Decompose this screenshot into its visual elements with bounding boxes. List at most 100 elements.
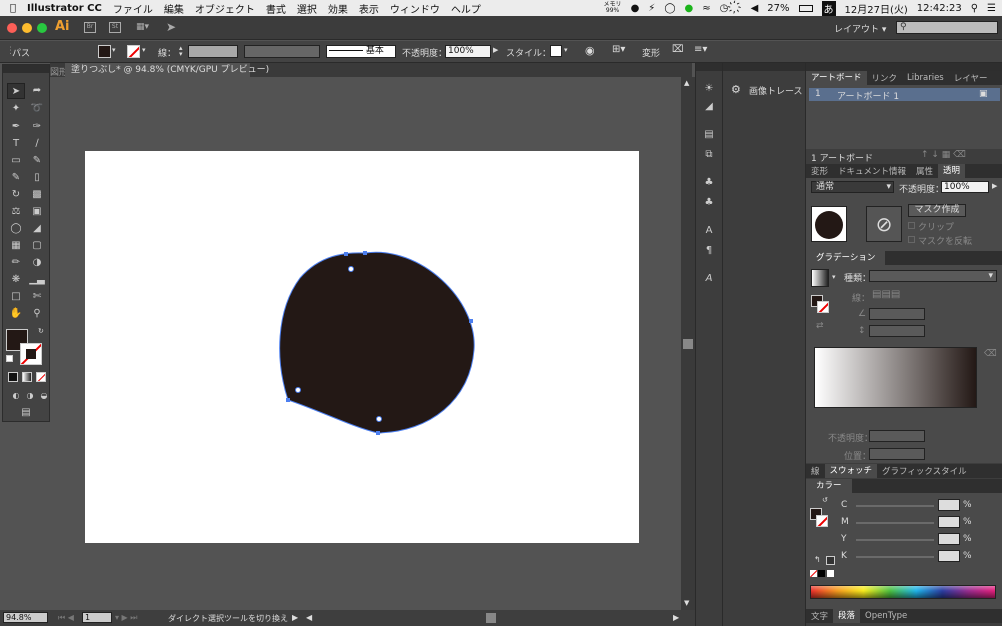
tab-gradient[interactable]: グラデーション <box>806 251 886 265</box>
artboard-number-input[interactable]: 1 <box>82 612 112 623</box>
tab-links[interactable]: リンク <box>867 72 903 84</box>
status-menu-icon[interactable]: ▶ <box>292 613 298 622</box>
gradient-panel-tabs: グラデーション <box>806 251 1002 265</box>
blend-mode-select[interactable]: 通常 ▾ <box>811 181 894 193</box>
tab-document-info[interactable]: ドキュメント情報 <box>833 165 911 177</box>
character-styles-icon[interactable]: A <box>700 223 718 239</box>
none-swatch[interactable] <box>810 570 817 577</box>
next-artboard-icon[interactable]: ▾ ▶ ⏭ <box>115 613 137 623</box>
channel-y-input[interactable] <box>938 533 960 545</box>
glyphs-icon[interactable]: A <box>700 271 718 287</box>
blend-mode-dropdown-icon: ▾ <box>886 182 891 192</box>
handle-point[interactable] <box>295 387 301 393</box>
handle-point[interactable] <box>348 266 354 272</box>
align-panel-icon[interactable]: ▤ <box>700 127 718 143</box>
transparency-panel-tabs: 変形 ドキュメント情報 属性 透明 <box>806 164 1002 178</box>
artboard-options-icon[interactable]: ▣ <box>979 89 988 99</box>
tab-paragraph[interactable]: 段落 <box>833 609 861 623</box>
gradient-slider-bar[interactable] <box>814 347 977 408</box>
anchor-point[interactable] <box>363 251 367 255</box>
web-safe-swatch[interactable] <box>826 556 835 565</box>
artboard-footer-icons[interactable]: ↑ ↓ ▦ ⌫ <box>921 150 966 160</box>
paragraph-styles-icon[interactable]: ¶ <box>700 243 718 259</box>
invert-mask-checkbox[interactable] <box>908 236 915 243</box>
channel-c-input[interactable] <box>938 499 960 511</box>
object-thumbnail[interactable] <box>811 206 847 242</box>
gradient-stroke-label: 線： <box>852 294 871 304</box>
dock2-header <box>723 63 806 71</box>
color-panel-tabs: カラー <box>806 479 1002 493</box>
symbols-icon[interactable]: ♣ <box>700 175 718 191</box>
pathfinder-icon[interactable]: ⧉ <box>700 147 718 163</box>
channel-k-input[interactable] <box>938 550 960 562</box>
channel-k-label: K <box>841 551 847 561</box>
artboard-row-name: アートボード 1 <box>837 92 900 102</box>
mask-none-icon[interactable]: ⊘ <box>866 206 902 242</box>
tab-swatches[interactable]: スウォッチ <box>824 464 878 478</box>
black-swatch[interactable] <box>818 570 825 577</box>
status-tool-hint[interactable]: ダイレクト選択ツールを切り換え <box>168 613 288 624</box>
gradient-panel-icon[interactable]: ◢ <box>700 99 718 115</box>
clip-label: クリップ <box>918 223 955 233</box>
image-trace-button[interactable]: 画像トレース <box>749 84 803 97</box>
scroll-down-icon[interactable]: ▼ <box>684 599 689 607</box>
color-swap-icon[interactable]: ↺ <box>822 496 828 504</box>
transparency-opacity-arrow[interactable]: ▶ <box>992 182 997 190</box>
tab-graphic-styles[interactable]: グラフィックスタイル <box>877 465 972 477</box>
vertical-scroll-thumb[interactable] <box>683 339 693 349</box>
scroll-right-icon[interactable]: ▶ <box>673 613 679 622</box>
gradient-preview-swatch[interactable] <box>811 269 829 287</box>
appearance-icon[interactable]: ♣ <box>700 195 718 211</box>
gradient-stroke-box[interactable] <box>817 301 829 313</box>
image-trace-icon[interactable]: ⚙ <box>731 83 741 96</box>
handle-point[interactable] <box>376 416 382 422</box>
gradient-title: グラデーション <box>816 253 876 263</box>
channel-m-input[interactable] <box>938 516 960 528</box>
artboard-row[interactable]: 1 アートボード 1 ▣ <box>809 88 1000 102</box>
gradient-angle-input[interactable] <box>869 308 925 320</box>
transparency-opacity-input[interactable]: 100% <box>941 181 989 193</box>
tab-libraries[interactable]: Libraries <box>902 73 949 83</box>
anchor-point[interactable] <box>469 319 473 323</box>
channel-m-slider[interactable] <box>856 522 934 524</box>
color-spectrum[interactable] <box>810 585 996 599</box>
anchor-point[interactable] <box>376 431 380 435</box>
gradient-preset-dropdown[interactable]: ▾ <box>832 273 836 281</box>
channel-y-slider[interactable] <box>856 539 934 541</box>
white-swatch[interactable] <box>827 570 834 577</box>
gradient-position-input[interactable] <box>869 448 925 460</box>
scroll-left-icon[interactable]: ◀ <box>306 613 312 622</box>
gradient-stroke-buttons[interactable]: ▤▤▤ <box>872 289 900 300</box>
first-artboard-icon[interactable]: ⏮ ◀ <box>58 613 74 623</box>
tab-artboards[interactable]: アートボード <box>806 71 867 85</box>
tab-character[interactable]: 文字 <box>806 610 833 622</box>
tab-attributes[interactable]: 属性 <box>911 165 938 177</box>
color-stroke-box[interactable] <box>816 515 828 527</box>
gradient-reverse-icon[interactable]: ⇄ <box>816 321 824 331</box>
anchor-point[interactable] <box>286 398 290 402</box>
vertical-scrollbar[interactable]: ▲ ▼ <box>681 77 695 610</box>
tab-transparency[interactable]: 透明 <box>938 164 966 178</box>
tab-color[interactable]: カラー <box>806 479 852 493</box>
delete-stop-icon[interactable]: ⌫ <box>984 349 997 359</box>
anchor-point[interactable] <box>344 252 348 256</box>
make-mask-button[interactable]: マスク作成 <box>908 204 966 217</box>
brightness-icon[interactable]: ☀ <box>700 81 718 97</box>
artboard-count: 1 アートボード <box>811 154 874 164</box>
gradient-type-select[interactable]: ▾ <box>869 270 997 282</box>
panels-header <box>806 63 1002 71</box>
zoom-level-input[interactable]: 94.8% <box>3 612 48 623</box>
out-of-gamut-icon[interactable]: ↰ <box>814 555 821 564</box>
horizontal-scroll-thumb[interactable] <box>486 613 496 623</box>
tab-transform[interactable]: 変形 <box>806 165 833 177</box>
channel-c-slider[interactable] <box>856 505 934 507</box>
tab-opentype[interactable]: OpenType <box>860 611 912 621</box>
scroll-up-icon[interactable]: ▲ <box>684 79 689 87</box>
channel-k-slider[interactable] <box>856 556 934 558</box>
gradient-opacity-input[interactable] <box>869 430 925 442</box>
tab-stroke[interactable]: 線 <box>806 465 825 477</box>
filled-path-shape[interactable] <box>279 251 475 434</box>
clip-checkbox[interactable] <box>908 222 915 229</box>
gradient-aspect-input[interactable] <box>869 325 925 337</box>
tab-layers[interactable]: レイヤー <box>949 72 993 84</box>
